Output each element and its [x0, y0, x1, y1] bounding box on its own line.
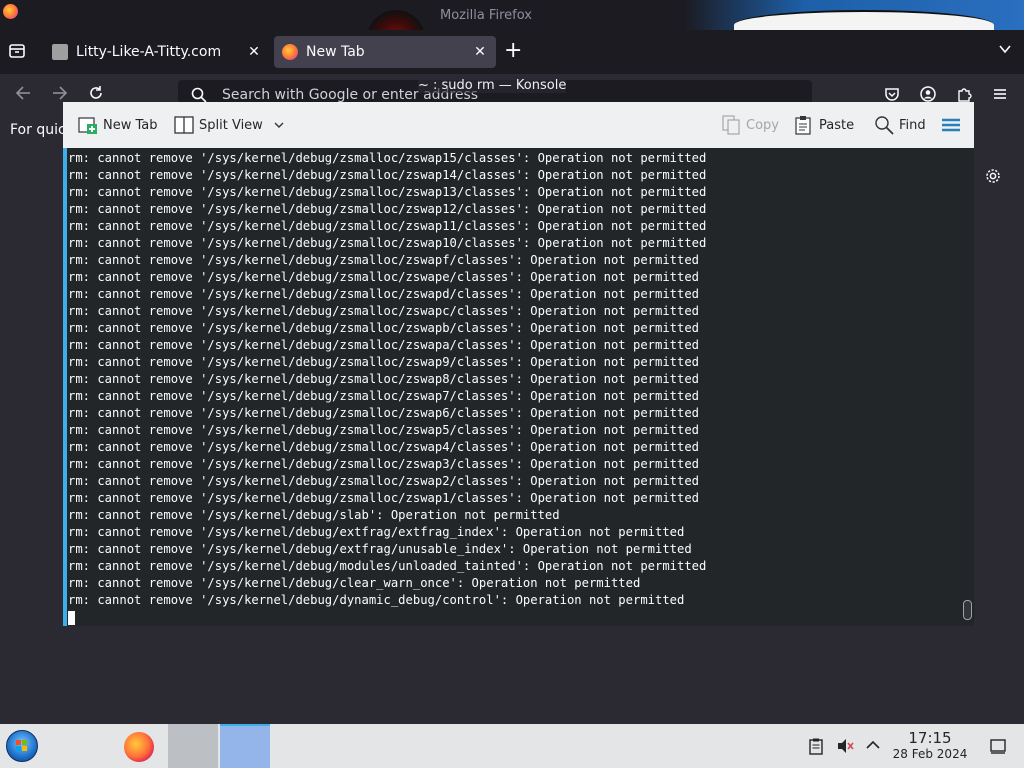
terminal-line: rm: cannot remove '/sys/kernel/debug/zsm… [68, 151, 707, 165]
terminal-line: rm: cannot remove '/sys/kernel/debug/zsm… [68, 168, 707, 182]
chevron-down-icon[interactable] [273, 119, 285, 131]
terminal-line: rm: cannot remove '/sys/kernel/debug/zsm… [68, 389, 700, 403]
site-favicon-icon [52, 44, 68, 60]
firefox-favicon-icon [282, 44, 298, 60]
terminal-line: rm: cannot remove '/sys/kernel/debug/zsm… [68, 287, 700, 301]
digital-clock[interactable]: 17:15 28 Feb 2024 [888, 730, 972, 762]
firefox-taskbar-icon[interactable] [115, 724, 165, 768]
konsole-window-title: ~ : sudo rm — Konsole [418, 78, 567, 93]
terminal-line: rm: cannot remove '/sys/kernel/debug/zsm… [68, 219, 707, 233]
terminal-lines: rm: cannot remove '/sys/kernel/debug/zsm… [68, 150, 706, 626]
terminal-line: rm: cannot remove '/sys/kernel/debug/zsm… [68, 474, 700, 488]
split-view-button[interactable]: Split View [173, 114, 285, 136]
show-desktop-icon[interactable] [989, 737, 1007, 755]
firefox-titlebar: Mozilla Firefox [0, 0, 1024, 30]
terminal-line: rm: cannot remove '/sys/kernel/debug/zsm… [68, 202, 707, 216]
terminal-output[interactable]: rm: cannot remove '/sys/kernel/debug/zsm… [63, 148, 974, 626]
new-tab-button[interactable]: + [504, 40, 522, 62]
terminal-line: rm: cannot remove '/sys/kernel/debug/zsm… [68, 304, 700, 318]
bookmarks-hint-text: For quic [10, 122, 66, 138]
back-arrow-icon[interactable] [14, 84, 32, 107]
copy-icon [722, 115, 740, 135]
clock-date: 28 Feb 2024 [892, 747, 968, 761]
terminal-line: rm: cannot remove '/sys/kernel/debug/zsm… [68, 423, 700, 437]
taskbar: 17:15 28 Feb 2024 [0, 724, 1024, 768]
terminal-line: rm: cannot remove '/sys/kernel/debug/sla… [68, 508, 560, 522]
terminal-line: rm: cannot remove '/sys/kernel/debug/ext… [68, 525, 685, 539]
firefox-window-title: Mozilla Firefox [440, 8, 532, 23]
terminal-line: rm: cannot remove '/sys/kernel/debug/zsm… [68, 253, 700, 267]
tab-new-tab[interactable]: New Tab ✕ [274, 36, 496, 68]
search-icon [875, 116, 894, 135]
terminal-line: rm: cannot remove '/sys/kernel/debug/cle… [68, 576, 641, 590]
split-view-icon [174, 116, 194, 134]
paste-icon [795, 116, 811, 135]
theme-avatar [367, 10, 425, 30]
new-tab-icon [78, 117, 97, 134]
konsole-toolbar: New Tab Split View Copy Paste Find [63, 102, 974, 148]
terminal-line: rm: cannot remove '/sys/kernel/debug/dyn… [68, 593, 685, 607]
terminal-line: rm: cannot remove '/sys/kernel/debug/zsm… [68, 372, 700, 386]
copy-button[interactable]: Copy [720, 114, 779, 136]
taskbar-window-firefox[interactable] [168, 724, 218, 768]
konsole-menu-button[interactable] [940, 114, 962, 136]
paste-button[interactable]: Paste [793, 114, 854, 136]
konsole-window: New Tab Split View Copy Paste Find rm: c… [63, 102, 974, 626]
application-launcher-icon[interactable] [6, 730, 38, 762]
hamburger-menu-icon [942, 118, 960, 132]
hamburger-menu-icon[interactable] [992, 86, 1010, 104]
volume-muted-icon[interactable] [836, 737, 854, 755]
terminal-line: rm: cannot remove '/sys/kernel/debug/zsm… [68, 406, 700, 420]
chevron-up-icon[interactable] [865, 737, 883, 755]
terminal-line: rm: cannot remove '/sys/kernel/debug/zsm… [68, 270, 700, 284]
new-tab-label: New Tab [103, 117, 158, 133]
terminal-prompt-line [68, 609, 706, 626]
terminal-cursor [68, 610, 75, 625]
close-tab-icon[interactable]: ✕ [246, 44, 262, 60]
copy-label: Copy [746, 117, 779, 133]
firefox-logo-icon [124, 732, 154, 762]
split-view-label: Split View [199, 117, 263, 133]
terminal-line: rm: cannot remove '/sys/kernel/debug/zsm… [68, 457, 700, 471]
tab-label: New Tab [306, 44, 365, 60]
firefox-view-icon[interactable] [8, 42, 30, 64]
taskbar-window-konsole[interactable] [220, 724, 270, 768]
paste-label: Paste [819, 117, 855, 133]
new-tab-button[interactable]: New Tab [77, 114, 158, 136]
terminal-line: rm: cannot remove '/sys/kernel/debug/zsm… [68, 236, 707, 250]
clipboard-icon[interactable] [807, 737, 825, 755]
firefox-tab-strip: Litty-Like-A-Titty.com ✕ New Tab ✕ + [0, 30, 1024, 74]
terminal-line: rm: cannot remove '/sys/kernel/debug/zsm… [68, 338, 700, 352]
terminal-line: rm: cannot remove '/sys/kernel/debug/zsm… [68, 185, 707, 199]
terminal-line: rm: cannot remove '/sys/kernel/debug/ext… [68, 542, 692, 556]
firefox-app-icon [3, 4, 18, 19]
terminal-scrollbar[interactable] [963, 600, 972, 620]
terminal-line: rm: cannot remove '/sys/kernel/debug/mod… [68, 559, 707, 573]
close-tab-icon[interactable]: ✕ [472, 44, 488, 60]
tab-litty[interactable]: Litty-Like-A-Titty.com ✕ [44, 36, 270, 68]
find-button[interactable]: Find [873, 114, 926, 136]
terminal-line: rm: cannot remove '/sys/kernel/debug/zsm… [68, 491, 700, 505]
terminal-line: rm: cannot remove '/sys/kernel/debug/zsm… [68, 355, 700, 369]
terminal-line: rm: cannot remove '/sys/kernel/debug/zsm… [68, 321, 700, 335]
terminal-line: rm: cannot remove '/sys/kernel/debug/zsm… [68, 440, 700, 454]
tab-label: Litty-Like-A-Titty.com [76, 44, 222, 60]
gear-icon[interactable] [984, 167, 1002, 185]
list-all-tabs-icon[interactable] [998, 42, 1012, 60]
find-label: Find [899, 117, 926, 133]
clock-time: 17:15 [908, 729, 952, 747]
